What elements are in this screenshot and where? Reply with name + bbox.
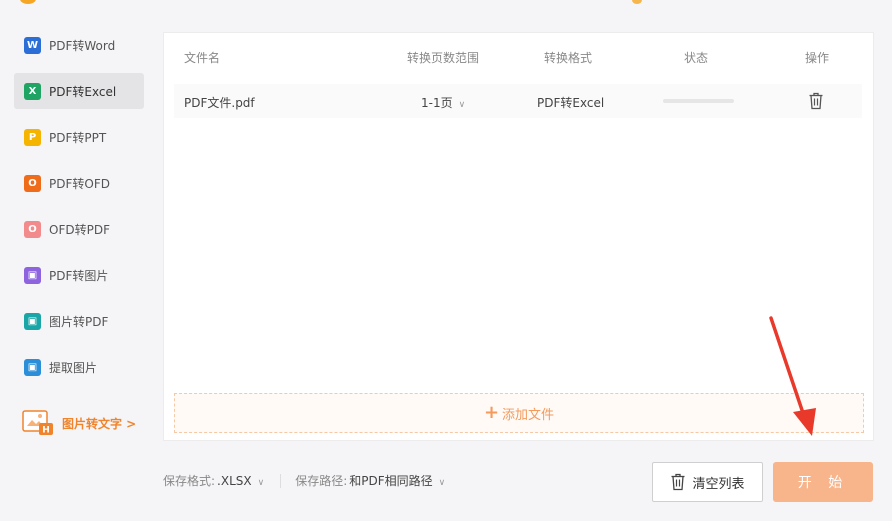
trash-icon [671, 473, 685, 491]
image-to-text-link[interactable]: H 图片转文字 > [22, 410, 136, 436]
sidebar-item-0[interactable]: W PDF转Word [14, 27, 144, 63]
start-button[interactable]: 开 始 [773, 462, 873, 502]
save-path-value: 和PDF相同路径 [349, 474, 433, 488]
column-header-filename: 文件名 [184, 51, 221, 65]
sidebar-item-7[interactable]: ▣ 提取图片 [14, 349, 144, 385]
sidebar-item-label: 图片转PDF [49, 314, 109, 329]
sidebar-item-6[interactable]: ▣ 图片转PDF [14, 303, 144, 339]
image-to-text-icon: H [22, 410, 54, 436]
sidebar-item-2[interactable]: P PDF转PPT [14, 119, 144, 155]
image-to-text-label: 图片转文字 > [62, 416, 137, 431]
table-row: PDF文件.pdf 1-1页 ∨ PDF转Excel [174, 84, 862, 118]
page-range-value: 1-1页 [421, 96, 453, 110]
add-file-button[interactable]: + 添加文件 [174, 393, 864, 433]
sidebar-item-label: 提取图片 [49, 360, 98, 375]
column-header-status: 状态 [684, 51, 709, 65]
delete-file-button[interactable] [808, 92, 824, 110]
chevron-down-icon: ∨ [257, 477, 265, 488]
file-list-panel: 文件名 转换页数范围 转换格式 状态 操作 PDF文件.pdf 1-1页 ∨ PD… [163, 32, 874, 441]
ofd-icon: O [24, 174, 41, 192]
column-header-format: 转换格式 [544, 51, 593, 65]
excel-icon: X [24, 82, 41, 100]
format-cell: PDF转Excel [537, 96, 605, 110]
trash-icon [809, 92, 823, 110]
image-icon: ▣ [24, 266, 41, 284]
save-options-bar: 保存格式: .XLSX ∨ 保存路径: 和PDF相同路径 ∨ [163, 472, 445, 489]
plus-icon: + [483, 402, 500, 423]
page-range-dropdown[interactable]: 1-1页 ∨ [421, 94, 465, 111]
save-format-dropdown[interactable]: .XLSX ∨ [217, 474, 264, 488]
sidebar-item-label: PDF转Word [49, 38, 116, 53]
chevron-down-icon: ∨ [458, 100, 466, 110]
extract-image-icon: ▣ [24, 358, 41, 376]
save-path-dropdown[interactable]: 和PDF相同路径 ∨ [349, 472, 445, 489]
add-file-label: 添加文件 [502, 407, 555, 423]
save-format-value: .XLSX [217, 473, 252, 488]
file-name-cell: PDF文件.pdf [184, 96, 255, 110]
image-pdf-icon: ▣ [24, 312, 41, 330]
table-header: 文件名 转换页数范围 转换格式 状态 操作 [164, 33, 873, 75]
sidebar-item-label: OFD转PDF [49, 222, 110, 237]
column-header-page-range: 转换页数范围 [407, 51, 480, 65]
header-badge-fragment [632, 0, 642, 4]
clear-list-button[interactable]: 清空列表 [652, 462, 763, 502]
chevron-down-icon: ∨ [438, 478, 446, 488]
divider [280, 473, 282, 488]
sidebar-item-5[interactable]: ▣ PDF转图片 [14, 257, 144, 293]
sidebar: W PDF转Word X PDF转Excel P PDF转PPT O PDF转OFD O OFD转… [14, 27, 144, 395]
sidebar-item-label: PDF转Excel [49, 84, 117, 99]
word-icon: W [24, 36, 41, 54]
svg-text:H: H [42, 426, 50, 436]
column-header-actions: 操作 [805, 51, 830, 65]
start-label: 开 始 [797, 475, 849, 491]
save-format-label: 保存格式: [163, 474, 216, 488]
sidebar-item-label: PDF转图片 [49, 268, 109, 283]
app-logo-fragment [20, 0, 36, 4]
sidebar-item-label: PDF转PPT [49, 130, 107, 145]
sidebar-item-4[interactable]: O OFD转PDF [14, 211, 144, 247]
sidebar-item-label: PDF转OFD [49, 176, 110, 191]
pdf-icon: O [24, 220, 41, 238]
ppt-icon: P [24, 128, 41, 146]
status-progress-bar [663, 99, 734, 103]
save-path-label: 保存路径: [295, 474, 348, 488]
sidebar-item-3[interactable]: O PDF转OFD [14, 165, 144, 201]
sidebar-item-1[interactable]: X PDF转Excel [14, 73, 144, 109]
clear-list-label: 清空列表 [692, 476, 745, 492]
